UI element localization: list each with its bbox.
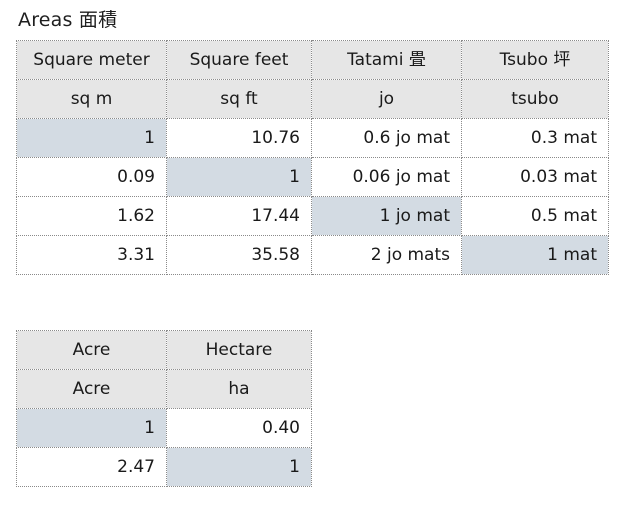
acre-table-header-row: Acre Hectare: [16, 330, 312, 370]
table-cell-highlighted: 1: [166, 447, 312, 487]
table-cell: 2.47: [16, 447, 167, 487]
table-cell: 35.58: [166, 235, 312, 275]
areas-table-column-header: Tatami 畳: [311, 40, 462, 80]
acre-table-column-unit: ha: [166, 369, 312, 409]
table-row: 1 10.76 0.6 jo mat 0.3 mat: [16, 118, 609, 158]
table-row: 3.31 35.58 2 jo mats 1 mat: [16, 235, 609, 275]
table-row: 1.62 17.44 1 jo mat 0.5 mat: [16, 196, 609, 236]
areas-table-unit-row: sq m sq ft jo tsubo: [16, 79, 609, 119]
table-cell: 0.40: [166, 408, 312, 448]
table-cell: 10.76: [166, 118, 312, 158]
table-row: 2.47 1: [16, 447, 312, 487]
table-cell-highlighted: 1: [16, 408, 167, 448]
acre-table-column-header: Acre: [16, 330, 167, 370]
table-cell: 3.31: [16, 235, 167, 275]
table-cell-highlighted: 1 jo mat: [311, 196, 462, 236]
areas-table-body: Square meter Square feet Tatami 畳 Tsubo 坪 sq…: [16, 40, 609, 275]
areas-table-column-unit: tsubo: [461, 79, 609, 119]
table-row: 0.09 1 0.06 jo mat 0.03 mat: [16, 157, 609, 197]
acre-table-column-unit: Acre: [16, 369, 167, 409]
table-cell: 2 jo mats: [311, 235, 462, 275]
table-cell: 0.03 mat: [461, 157, 609, 197]
table-cell: 0.6 jo mat: [311, 118, 462, 158]
areas-table-column-header: Square meter: [16, 40, 167, 80]
areas-conversion-table: Square meter Square feet Tatami 畳 Tsubo 坪 sq…: [16, 40, 609, 275]
table-cell: 0.5 mat: [461, 196, 609, 236]
acre-conversion-table: Acre Hectare Acre ha 1 0.40 2.47 1: [16, 330, 312, 487]
areas-table-header-row: Square meter Square feet Tatami 畳 Tsubo 坪: [16, 40, 609, 80]
table-cell: 0.06 jo mat: [311, 157, 462, 197]
table-cell-highlighted: 1: [166, 157, 312, 197]
table-cell: 1.62: [16, 196, 167, 236]
acre-table-unit-row: Acre ha: [16, 369, 312, 409]
table-row: 1 0.40: [16, 408, 312, 448]
acre-table-body: Acre Hectare Acre ha 1 0.40 2.47 1: [16, 330, 312, 487]
page-title: Areas 面積: [18, 9, 118, 31]
table-cell: 17.44: [166, 196, 312, 236]
acre-table-column-header: Hectare: [166, 330, 312, 370]
areas-table-column-unit: sq ft: [166, 79, 312, 119]
areas-table-column-unit: jo: [311, 79, 462, 119]
table-cell: 0.3 mat: [461, 118, 609, 158]
areas-table-column-header: Tsubo 坪: [461, 40, 609, 80]
table-cell: 0.09: [16, 157, 167, 197]
table-cell-highlighted: 1: [16, 118, 167, 158]
areas-table-column-header: Square feet: [166, 40, 312, 80]
areas-table-column-unit: sq m: [16, 79, 167, 119]
table-cell-highlighted: 1 mat: [461, 235, 609, 275]
